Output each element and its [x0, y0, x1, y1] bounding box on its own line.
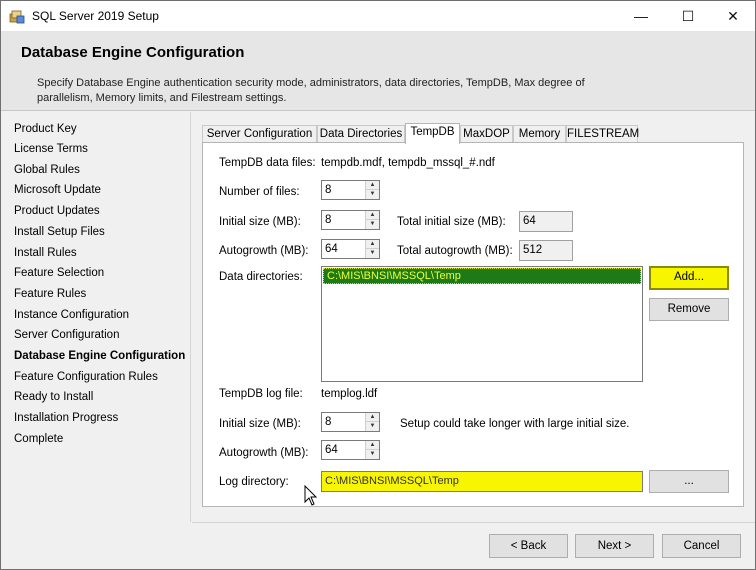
data-directories-list[interactable]: C:\MIS\BNSI\MSSQL\Temp [321, 266, 643, 382]
nav-item-ready-to-install[interactable]: Ready to Install [14, 391, 93, 403]
number-of-files-label: Number of files: [219, 186, 300, 198]
nav-item-product-key[interactable]: Product Key [14, 123, 77, 135]
autogrowth-label: Autogrowth (MB): [219, 245, 309, 257]
data-files-value: tempdb.mdf, tempdb_mssql_#.ndf [321, 157, 495, 169]
remove-directory-button[interactable]: Remove [649, 298, 729, 321]
log-directory-path: C:\MIS\BNSI\MSSQL\Temp [325, 475, 459, 487]
close-button[interactable]: ✕ [710, 1, 756, 31]
close-icon: ✕ [727, 7, 739, 24]
add-directory-button[interactable]: Add... [649, 266, 729, 290]
spin-up-icon[interactable]: ▲ [366, 181, 379, 190]
tab-server-configuration[interactable]: Server Configuration [202, 125, 317, 143]
total-autogrowth-label: Total autogrowth (MB): [397, 245, 513, 257]
number-of-files-value: 8 [325, 184, 332, 196]
nav-item-license-terms[interactable]: License Terms [14, 143, 88, 155]
mouse-cursor-icon [304, 485, 318, 506]
spin-down-icon[interactable]: ▼ [366, 220, 379, 229]
setup-steps-nav: Product Key License Terms Global Rules M… [1, 112, 191, 522]
nav-item-feature-rules[interactable]: Feature Rules [14, 288, 86, 300]
nav-item-install-rules[interactable]: Install Rules [14, 247, 77, 259]
initial-size-stepper[interactable]: 8 ▲ ▼ [321, 210, 380, 230]
spin-up-icon[interactable]: ▲ [366, 413, 379, 422]
minimize-icon: — [634, 8, 648, 24]
title-bar[interactable]: SQL Server 2019 Setup — ☐ ✕ [1, 1, 755, 31]
sql-server-setup-icon [9, 10, 25, 24]
total-initial-size-field: 64 [519, 211, 573, 232]
window-title: SQL Server 2019 Setup [32, 9, 159, 23]
nav-item-product-updates[interactable]: Product Updates [14, 205, 100, 217]
total-initial-size-value: 64 [523, 215, 536, 227]
tab-tempdb[interactable]: TempDB [405, 123, 460, 144]
next-button[interactable]: Next > [575, 534, 654, 558]
initial-size-label: Initial size (MB): [219, 216, 301, 228]
maximize-button[interactable]: ☐ [665, 1, 711, 31]
spin-down-icon[interactable]: ▼ [366, 422, 379, 431]
log-file-label: TempDB log file: [219, 388, 303, 400]
log-file-value: templog.ldf [321, 388, 378, 400]
maximize-icon: ☐ [681, 7, 695, 24]
nav-item-feature-configuration-rules[interactable]: Feature Configuration Rules [14, 371, 158, 383]
number-of-files-stepper[interactable]: 8 ▲ ▼ [321, 180, 380, 200]
log-initial-size-value: 8 [325, 416, 332, 428]
back-button[interactable]: < Back [489, 534, 568, 558]
log-size-warning: Setup could take longer with large initi… [400, 418, 630, 430]
list-item[interactable]: C:\MIS\BNSI\MSSQL\Temp [323, 268, 641, 284]
log-autogrowth-label: Autogrowth (MB): [219, 447, 309, 459]
nav-item-feature-selection[interactable]: Feature Selection [14, 267, 104, 279]
page-title: Database Engine Configuration [21, 44, 245, 61]
minimize-button[interactable]: — [618, 1, 664, 31]
data-directories-label: Data directories: [219, 271, 303, 283]
total-initial-size-label: Total initial size (MB): [397, 216, 506, 228]
nav-item-server-configuration[interactable]: Server Configuration [14, 329, 119, 341]
log-initial-size-stepper[interactable]: 8 ▲ ▼ [321, 412, 380, 432]
total-autogrowth-value: 512 [523, 244, 543, 256]
setup-window: SQL Server 2019 Setup — ☐ ✕ Database Eng… [0, 0, 756, 570]
tab-filestream[interactable]: FILESTREAM [566, 125, 639, 143]
spin-up-icon[interactable]: ▲ [366, 441, 379, 450]
autogrowth-value: 64 [325, 243, 338, 255]
spin-up-icon[interactable]: ▲ [366, 211, 379, 220]
data-directory-path: C:\MIS\BNSI\MSSQL\Temp [327, 270, 461, 282]
page-header: Database Engine Configuration Specify Da… [1, 31, 755, 111]
log-directory-field[interactable]: C:\MIS\BNSI\MSSQL\Temp [321, 471, 643, 492]
log-initial-size-label: Initial size (MB): [219, 418, 301, 430]
cancel-button[interactable]: Cancel [662, 534, 741, 558]
log-autogrowth-value: 64 [325, 444, 338, 456]
nav-item-global-rules[interactable]: Global Rules [14, 164, 80, 176]
nav-item-database-engine-configuration[interactable]: Database Engine Configuration [14, 350, 185, 362]
nav-item-installation-progress[interactable]: Installation Progress [14, 412, 118, 424]
tempdb-panel: TempDB data files: tempdb.mdf, tempdb_ms… [202, 142, 744, 507]
spin-up-icon[interactable]: ▲ [366, 240, 379, 249]
footer-divider [192, 522, 755, 523]
nav-item-instance-configuration[interactable]: Instance Configuration [14, 309, 129, 321]
total-autogrowth-field: 512 [519, 240, 573, 261]
nav-item-microsoft-update[interactable]: Microsoft Update [14, 184, 101, 196]
tab-memory[interactable]: Memory [513, 125, 566, 143]
tab-data-directories[interactable]: Data Directories [317, 125, 405, 143]
spin-down-icon[interactable]: ▼ [366, 249, 379, 258]
browse-log-directory-button[interactable]: ... [649, 470, 729, 493]
nav-item-complete[interactable]: Complete [14, 433, 63, 445]
data-files-label: TempDB data files: [219, 157, 316, 169]
nav-item-install-setup-files[interactable]: Install Setup Files [14, 226, 105, 238]
autogrowth-stepper[interactable]: 64 ▲ ▼ [321, 239, 380, 259]
log-autogrowth-stepper[interactable]: 64 ▲ ▼ [321, 440, 380, 460]
spin-down-icon[interactable]: ▼ [366, 450, 379, 459]
initial-size-value: 8 [325, 214, 332, 226]
page-description: Specify Database Engine authentication s… [37, 77, 585, 104]
tab-maxdop[interactable]: MaxDOP [460, 125, 513, 143]
log-directory-label: Log directory: [219, 476, 289, 488]
spin-down-icon[interactable]: ▼ [366, 190, 379, 199]
